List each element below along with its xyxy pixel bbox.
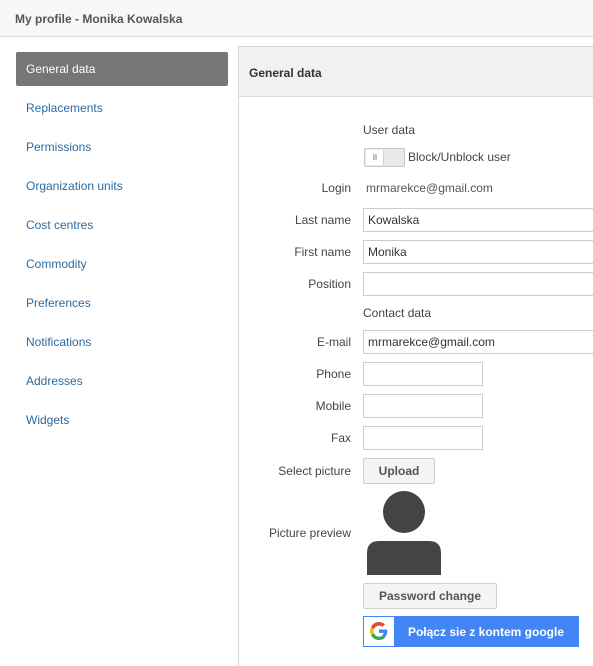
last-name-field[interactable] [363, 208, 593, 232]
sidebar-item-general-data[interactable]: General data [16, 52, 228, 86]
toggle-switch-icon: III [366, 150, 384, 165]
sidebar-item-preferences[interactable]: Preferences [16, 286, 228, 320]
general-data-panel: General data User data III Block/Unblock… [238, 46, 593, 666]
select-picture-label: Select picture [278, 464, 351, 478]
sidebar-item-cost-centres[interactable]: Cost centres [16, 208, 228, 242]
email-field[interactable] [363, 330, 593, 354]
position-label: Position [308, 277, 351, 291]
user-data-heading: User data [363, 123, 416, 137]
position-field[interactable] [363, 272, 593, 296]
fax-field[interactable] [363, 426, 483, 450]
first-name-field[interactable] [363, 240, 593, 264]
phone-field[interactable] [363, 362, 483, 386]
panel-title: General data [249, 66, 322, 80]
picture-preview-label: Picture preview [268, 526, 351, 540]
first-name-label: First name [294, 245, 351, 259]
panel-header: General data [239, 47, 593, 97]
google-connect-label: Połącz sie z kontem google [407, 625, 565, 639]
sidebar-item-widgets[interactable]: Widgets [16, 403, 228, 437]
phone-label: Phone [316, 367, 351, 381]
sidebar-item-replacements[interactable]: Replacements [16, 91, 228, 125]
sidebar-nav: General data Replacements Permissions Or… [16, 52, 228, 442]
block-toggle-label: Block/Unblock user [408, 150, 511, 164]
google-connect-button[interactable]: Połącz sie z kontem google [363, 616, 579, 647]
block-user-toggle[interactable]: III [364, 148, 405, 167]
sidebar-item-notifications[interactable]: Notifications [16, 325, 228, 359]
user-silhouette-icon [367, 491, 441, 575]
contact-data-heading: Contact data [363, 306, 432, 320]
login-label: Login [321, 181, 351, 195]
page-header: My profile - Monika Kowalska [0, 0, 593, 37]
sidebar-item-commodity[interactable]: Commodity [16, 247, 228, 281]
email-label: E-mail [316, 335, 351, 349]
mobile-label: Mobile [315, 399, 351, 413]
password-change-button[interactable]: Password change [363, 583, 497, 609]
login-value: mrmarekce@gmail.com [366, 181, 493, 195]
upload-button[interactable]: Upload [363, 458, 435, 484]
page-title: My profile - Monika Kowalska [15, 12, 183, 26]
sidebar: General data Replacements Permissions Or… [0, 37, 238, 661]
sidebar-item-organization-units[interactable]: Organization units [16, 169, 228, 203]
mobile-field[interactable] [363, 394, 483, 418]
fax-label: Fax [330, 431, 351, 445]
sidebar-item-permissions[interactable]: Permissions [16, 130, 228, 164]
google-g-icon [370, 622, 388, 640]
last-name-label: Last name [294, 213, 351, 227]
google-icon-box [364, 617, 394, 646]
sidebar-item-addresses[interactable]: Addresses [16, 364, 228, 398]
